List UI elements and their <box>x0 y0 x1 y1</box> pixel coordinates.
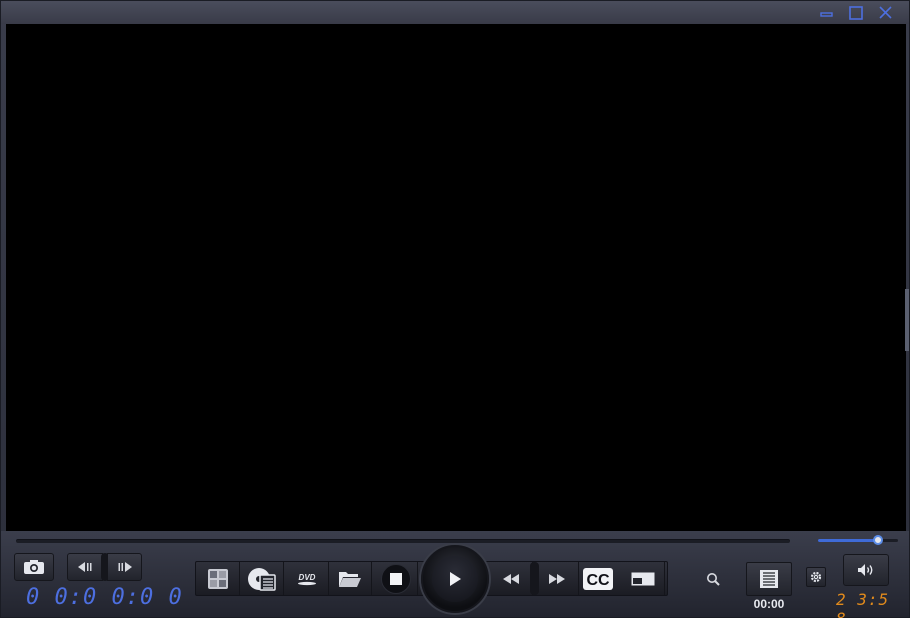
fast-forward-icon <box>549 573 565 584</box>
maximize-button[interactable] <box>846 4 866 22</box>
frame-forward-icon <box>118 562 132 572</box>
minimize-icon <box>820 12 833 17</box>
seek-bar[interactable] <box>16 539 790 543</box>
open-file-button[interactable] <box>197 562 240 595</box>
clock-display: 2 3:5 8 <box>836 590 890 618</box>
picture-in-picture-button[interactable] <box>622 562 665 595</box>
dvd-button[interactable]: DVD <box>286 562 329 595</box>
settings-button[interactable] <box>806 567 826 587</box>
volume-fill <box>818 539 878 542</box>
dvd-icon: DVD <box>298 573 316 585</box>
maximize-icon <box>849 6 863 20</box>
stop-button-body <box>381 563 411 594</box>
elapsed-time: 0 0:0 0:0 0 <box>26 585 183 610</box>
open-folder-button[interactable] <box>329 562 372 595</box>
play-button[interactable] <box>421 545 489 613</box>
minimize-button[interactable] <box>816 4 836 22</box>
video-area[interactable] <box>6 24 906 531</box>
folder-icon <box>339 571 361 587</box>
search-icon <box>707 573 720 586</box>
camera-icon <box>24 560 44 574</box>
title-bar[interactable] <box>1 1 909 24</box>
next-frame-button[interactable] <box>107 553 142 581</box>
stop-button[interactable] <box>375 562 418 595</box>
closed-captions-button[interactable]: CC <box>576 562 619 595</box>
control-bar: 0 0:0 0:0 0 DVD CC 00:00 2 3:5 <box>1 531 909 618</box>
volume-button[interactable] <box>843 554 889 586</box>
cc-icon: CC <box>582 567 613 590</box>
disc-playlist-button[interactable] <box>241 562 284 595</box>
volume-slider[interactable] <box>818 535 898 545</box>
volume-knob[interactable] <box>873 535 883 545</box>
previous-frame-button[interactable] <box>67 553 103 581</box>
snapshot-button[interactable] <box>14 553 54 581</box>
play-icon <box>450 572 461 586</box>
fast-forward-button[interactable] <box>536 562 579 595</box>
side-panel-toggle[interactable] <box>905 289 909 351</box>
svg-text:DVD: DVD <box>299 573 316 582</box>
rewind-icon <box>503 573 519 584</box>
open-file-icon <box>208 568 228 589</box>
disc-playlist-icon <box>248 567 276 591</box>
frame-back-icon <box>78 562 92 572</box>
media-player-window: 0 0:0 0:0 0 DVD CC 00:00 2 3:5 <box>0 0 910 618</box>
search-button[interactable] <box>701 567 725 591</box>
close-button[interactable] <box>876 4 896 22</box>
duration-label: 00:00 <box>753 597 785 611</box>
playlist-button[interactable] <box>746 562 792 596</box>
rewind-button[interactable] <box>490 562 533 595</box>
stop-icon <box>390 572 402 585</box>
svg-text:CC: CC <box>586 572 610 589</box>
play-button-body <box>432 556 478 602</box>
speaker-icon <box>858 564 873 576</box>
close-icon <box>879 6 892 19</box>
picture-in-picture-icon <box>631 572 655 585</box>
playlist-icon <box>760 570 778 588</box>
settings-icon <box>810 571 822 583</box>
